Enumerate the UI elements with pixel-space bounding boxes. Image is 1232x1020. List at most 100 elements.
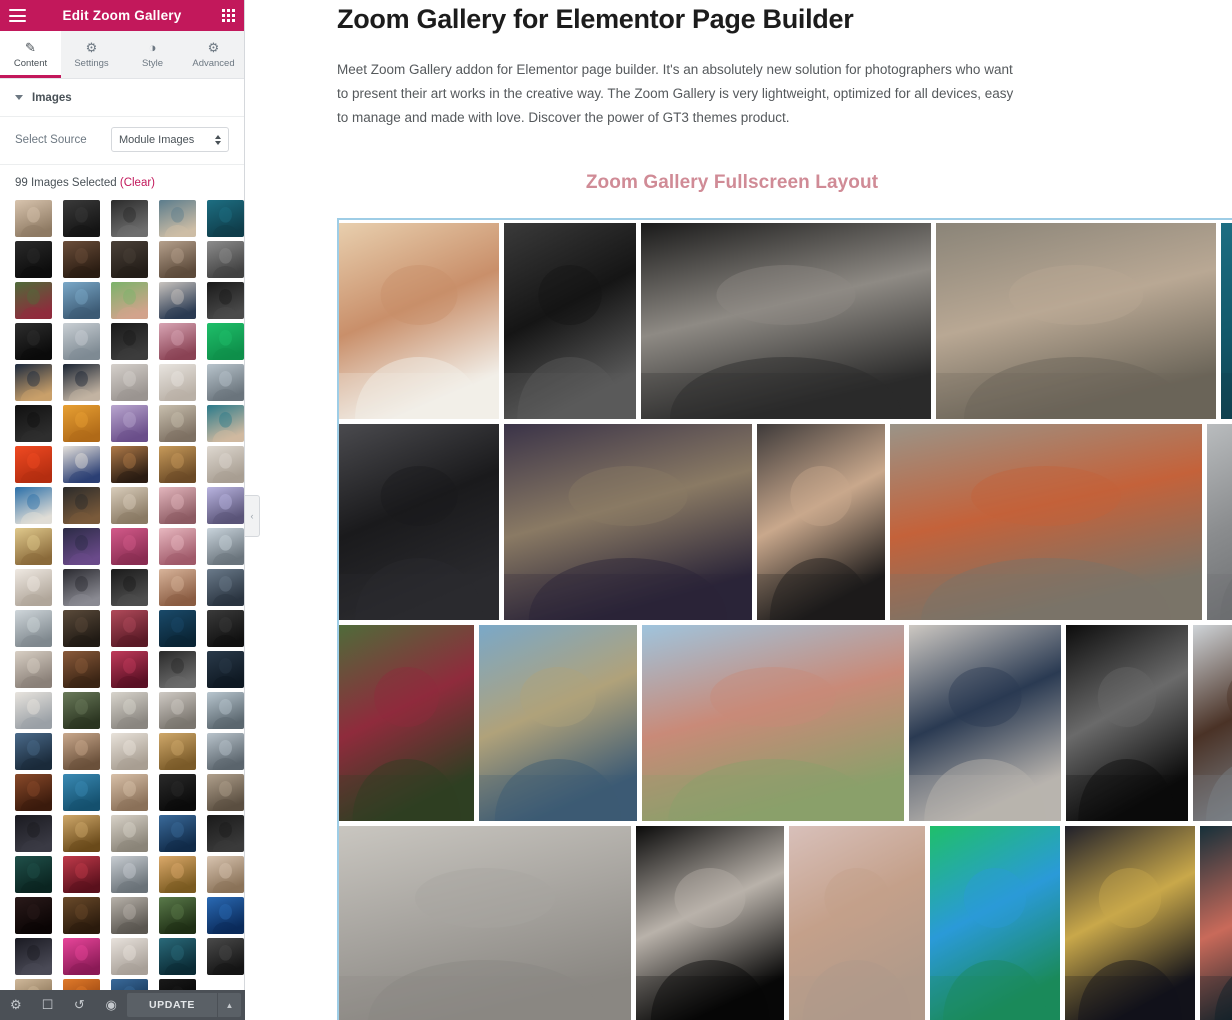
panel-collapse-handle[interactable]: ‹ — [245, 495, 260, 537]
woman-neon-corridor[interactable] — [789, 826, 925, 1020]
street-mother-daughter-scooter[interactable] — [890, 424, 1202, 620]
thumbnail-item[interactable] — [111, 446, 148, 483]
portrait-woman-crown-headpiece[interactable] — [479, 625, 637, 821]
thumbnail-item[interactable] — [159, 651, 196, 688]
thumbnail-item[interactable] — [15, 405, 52, 442]
thumbnail-item[interactable] — [63, 856, 100, 893]
thumbnail-item[interactable] — [63, 528, 100, 565]
tab-settings[interactable]: ⚙ Settings — [61, 31, 122, 78]
thumbnail-item[interactable] — [111, 774, 148, 811]
thumbnail-item[interactable] — [15, 200, 52, 237]
thumbnail-item[interactable] — [159, 774, 196, 811]
thumbnail-item[interactable] — [207, 774, 244, 811]
thumbnail-item[interactable] — [15, 815, 52, 852]
portrait-woman-sheer-top[interactable] — [757, 424, 885, 620]
thumbnail-item[interactable] — [111, 241, 148, 278]
history-revisions-icon[interactable]: ↺ — [64, 990, 96, 1020]
thumbnail-item[interactable] — [63, 610, 100, 647]
thumbnail-item[interactable] — [15, 651, 52, 688]
thumbnail-item[interactable] — [15, 487, 52, 524]
thumbnail-item[interactable] — [63, 774, 100, 811]
thumbnail-item[interactable] — [159, 528, 196, 565]
thumbnail-item[interactable] — [159, 938, 196, 975]
thumbnail-item[interactable] — [207, 323, 244, 360]
clear-selection-link[interactable]: (Clear) — [120, 177, 155, 189]
preview-eye-icon[interactable]: ◉ — [95, 990, 127, 1020]
thumbnail-item[interactable] — [111, 610, 148, 647]
selected-images-grid[interactable] — [0, 198, 244, 1020]
thumbnail-item[interactable] — [207, 364, 244, 401]
thumbnail-item[interactable] — [15, 528, 52, 565]
thumbnail-item[interactable] — [207, 241, 244, 278]
thumbnail-item[interactable] — [111, 282, 148, 319]
thumbnail-item[interactable] — [63, 815, 100, 852]
portrait-elderly-man-hat[interactable] — [504, 424, 752, 620]
thumbnail-item[interactable] — [159, 610, 196, 647]
portrait-bw-woman-sunglasses[interactable] — [636, 826, 784, 1020]
thumbnail-item[interactable] — [15, 446, 52, 483]
thumbnail-item[interactable] — [111, 815, 148, 852]
portrait-bw-woman-hands-face[interactable] — [504, 223, 636, 419]
thumbnail-item[interactable] — [15, 733, 52, 770]
thumbnail-item[interactable] — [207, 897, 244, 934]
thumbnail-item[interactable] — [207, 856, 244, 893]
thumbnail-item[interactable] — [159, 200, 196, 237]
update-options-caret-icon[interactable]: ▲ — [217, 993, 241, 1017]
thumbnail-item[interactable] — [207, 446, 244, 483]
thumbnail-item[interactable] — [111, 528, 148, 565]
thumbnail-item[interactable] — [159, 692, 196, 729]
thumbnail-item[interactable] — [111, 364, 148, 401]
portrait-bw-elderly-man[interactable] — [641, 223, 931, 419]
thumbnail-item[interactable] — [159, 569, 196, 606]
settings-gear-icon[interactable]: ⚙ — [0, 990, 32, 1020]
thumbnail-item[interactable] — [15, 364, 52, 401]
thumbnail-item[interactable] — [159, 323, 196, 360]
thumbnail-item[interactable] — [207, 692, 244, 729]
thumbnail-item[interactable] — [207, 815, 244, 852]
thumbnail-item[interactable] — [159, 446, 196, 483]
thumbnail-item[interactable] — [63, 487, 100, 524]
responsive-monitor-icon[interactable]: ☐ — [32, 990, 64, 1020]
street-woman-balcony[interactable] — [936, 223, 1216, 419]
thumbnail-item[interactable] — [15, 282, 52, 319]
two-women-concrete-wall[interactable] — [339, 826, 631, 1020]
thumbnail-item[interactable] — [207, 733, 244, 770]
thumbnail-item[interactable] — [63, 323, 100, 360]
street-child-photographer[interactable] — [1207, 424, 1232, 620]
portrait-bearded-man-teal[interactable] — [1221, 223, 1232, 419]
thumbnail-item[interactable] — [63, 692, 100, 729]
thumbnail-item[interactable] — [159, 241, 196, 278]
portrait-young-man-leather-jacket[interactable] — [339, 424, 499, 620]
thumbnail-item[interactable] — [207, 610, 244, 647]
thumbnail-item[interactable] — [159, 487, 196, 524]
select-source-dropdown[interactable]: Module Images — [111, 127, 229, 152]
thumbnail-item[interactable] — [207, 200, 244, 237]
woman-black-hat-colorful-wall[interactable] — [930, 826, 1060, 1020]
thumbnail-item[interactable] — [63, 364, 100, 401]
thumbnail-item[interactable] — [207, 569, 244, 606]
thumbnail-item[interactable] — [63, 446, 100, 483]
thumbnail-item[interactable] — [15, 938, 52, 975]
thumbnail-item[interactable] — [111, 200, 148, 237]
tab-style[interactable]: ◑ Style — [122, 31, 183, 78]
thumbnail-item[interactable] — [15, 692, 52, 729]
thumbnail-item[interactable] — [159, 364, 196, 401]
thumbnail-item[interactable] — [111, 692, 148, 729]
tab-content[interactable]: ✎ Content — [0, 31, 61, 78]
thumbnail-item[interactable] — [111, 856, 148, 893]
thumbnail-item[interactable] — [159, 815, 196, 852]
thumbnail-item[interactable] — [111, 651, 148, 688]
thumbnail-item[interactable] — [111, 405, 148, 442]
portrait-woman-braids[interactable] — [1193, 625, 1232, 821]
thumbnail-item[interactable] — [207, 282, 244, 319]
thumbnail-item[interactable] — [111, 897, 148, 934]
thumbnail-item[interactable] — [159, 405, 196, 442]
thumbnail-item[interactable] — [63, 569, 100, 606]
couple-embrace-mountains[interactable] — [642, 625, 904, 821]
portrait-woman-red-dress-garden[interactable] — [339, 625, 474, 821]
thumbnail-item[interactable] — [159, 733, 196, 770]
portrait-woman-white-shirt[interactable] — [339, 223, 499, 419]
woman-gold-robe-dark[interactable] — [1065, 826, 1195, 1020]
thumbnail-item[interactable] — [63, 897, 100, 934]
thumbnail-item[interactable] — [111, 569, 148, 606]
